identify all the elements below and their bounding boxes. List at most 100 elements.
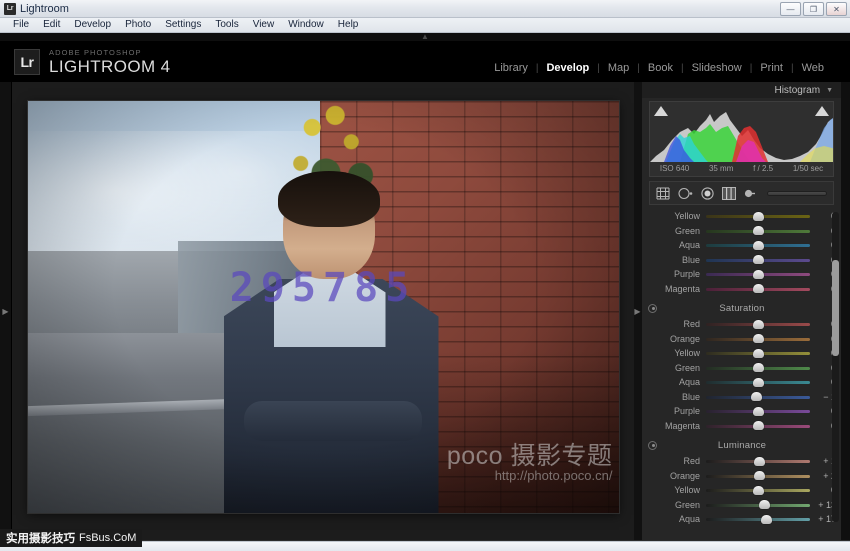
- chevron-right-icon-right[interactable]: ▶: [634, 307, 640, 316]
- slider-row-hue-blue[interactable]: Blue 0: [642, 253, 842, 268]
- hue-section-header[interactable]: Hue: [642, 207, 842, 209]
- menu-view[interactable]: View: [246, 18, 282, 32]
- slider-row-lum-orange[interactable]: Orange + 2: [642, 469, 842, 484]
- slider-row-sat-red[interactable]: Red 0: [642, 317, 842, 332]
- slider-row-sat-blue[interactable]: Blue − 1: [642, 390, 842, 405]
- graduated-filter-tool-icon[interactable]: [722, 187, 736, 200]
- slider-track[interactable]: [706, 391, 810, 402]
- slider-track[interactable]: [706, 514, 810, 525]
- luminance-section-header[interactable]: Luminance: [642, 436, 842, 454]
- brush-size-slider[interactable]: [767, 191, 827, 196]
- slider-track[interactable]: [706, 499, 810, 510]
- slider-thumb[interactable]: [751, 392, 762, 401]
- menu-photo[interactable]: Photo: [118, 18, 158, 32]
- slider-track[interactable]: [706, 377, 810, 388]
- slider-thumb[interactable]: [753, 363, 764, 372]
- module-map[interactable]: Map: [600, 62, 637, 74]
- histogram-panel-header[interactable]: Histogram ▼: [642, 82, 841, 98]
- slider-thumb[interactable]: [753, 320, 764, 329]
- right-panel-scrollbar[interactable]: [832, 212, 839, 522]
- slider-track[interactable]: [706, 485, 810, 496]
- collapse-up-icon[interactable]: ▲: [421, 33, 429, 41]
- slider-thumb[interactable]: [753, 212, 764, 221]
- module-develop[interactable]: Develop: [538, 62, 597, 74]
- slider-thumb[interactable]: [753, 270, 764, 279]
- image-preview-area[interactable]: 295785 poco 摄影专题 http://photo.poco.cn/: [12, 82, 634, 540]
- chevron-right-icon[interactable]: ▶: [2, 307, 8, 316]
- slider-row-sat-purple[interactable]: Purple 0: [642, 404, 842, 419]
- slider-track[interactable]: [706, 470, 810, 481]
- crop-overlay-tool-icon[interactable]: [656, 187, 670, 200]
- red-eye-correction-tool-icon[interactable]: [701, 187, 714, 200]
- module-print[interactable]: Print: [752, 62, 791, 74]
- left-panel-collapse-rail[interactable]: ▶: [0, 82, 12, 540]
- slider-row-sat-yellow[interactable]: Yellow 0: [642, 346, 842, 361]
- maximize-button[interactable]: ❐: [803, 2, 824, 16]
- spot-removal-tool-icon[interactable]: [678, 187, 693, 200]
- slider-thumb[interactable]: [753, 421, 764, 430]
- slider-row-hue-yellow[interactable]: Yellow 0: [642, 209, 842, 224]
- slider-track[interactable]: [706, 225, 810, 236]
- module-slideshow[interactable]: Slideshow: [684, 62, 750, 74]
- menu-tools[interactable]: Tools: [208, 18, 245, 32]
- slider-row-sat-orange[interactable]: Orange 0: [642, 332, 842, 347]
- slider-row-lum-green[interactable]: Green + 13: [642, 498, 842, 513]
- filmstrip-top-collapse-bar[interactable]: ▲: [0, 33, 850, 42]
- slider-track[interactable]: [706, 348, 810, 359]
- slider-row-lum-aqua[interactable]: Aqua + 17: [642, 512, 842, 525]
- slider-track[interactable]: [706, 211, 810, 222]
- chevron-down-icon[interactable]: ▼: [826, 87, 833, 94]
- slider-label: Aqua: [648, 377, 706, 387]
- slider-track[interactable]: [706, 420, 810, 431]
- slider-track[interactable]: [706, 269, 810, 280]
- minimize-button[interactable]: —: [780, 2, 801, 16]
- slider-track[interactable]: [706, 254, 810, 265]
- slider-track[interactable]: [706, 283, 810, 294]
- slider-thumb[interactable]: [754, 471, 765, 480]
- slider-thumb[interactable]: [761, 515, 772, 524]
- slider-thumb[interactable]: [753, 226, 764, 235]
- adjustment-brush-tool-icon[interactable]: [744, 188, 755, 199]
- slider-track[interactable]: [706, 319, 810, 330]
- slider-row-sat-magenta[interactable]: Magenta 0: [642, 419, 842, 434]
- histogram-widget[interactable]: ISO 640 35 mm f / 2.5 1/50 sec: [649, 101, 834, 177]
- slider-thumb[interactable]: [753, 486, 764, 495]
- menu-file[interactable]: File: [6, 18, 36, 32]
- module-library[interactable]: Library: [486, 62, 536, 74]
- slider-track[interactable]: [706, 362, 810, 373]
- right-panel-collapse-rail[interactable]: ▶: [634, 82, 641, 540]
- slider-row-hue-magenta[interactable]: Magenta 0: [642, 282, 842, 297]
- menu-settings[interactable]: Settings: [158, 18, 208, 32]
- slider-thumb[interactable]: [754, 457, 765, 466]
- hsl-color-panel[interactable]: Hue Yellow 0 Green: [642, 207, 842, 525]
- slider-row-lum-yellow[interactable]: Yellow 0: [642, 483, 842, 498]
- saturation-section-header[interactable]: Saturation: [642, 299, 842, 317]
- slider-thumb[interactable]: [753, 284, 764, 293]
- slider-row-sat-aqua[interactable]: Aqua 0: [642, 375, 842, 390]
- slider-thumb[interactable]: [753, 334, 764, 343]
- slider-row-hue-green[interactable]: Green 0: [642, 224, 842, 239]
- slider-row-sat-green[interactable]: Green 0: [642, 361, 842, 376]
- photo[interactable]: 295785 poco 摄影专题 http://photo.poco.cn/: [28, 101, 619, 513]
- slider-thumb[interactable]: [753, 378, 764, 387]
- slider-track[interactable]: [706, 333, 810, 344]
- module-web[interactable]: Web: [794, 62, 832, 74]
- menu-help[interactable]: Help: [331, 18, 366, 32]
- menu-edit[interactable]: Edit: [36, 18, 67, 32]
- menu-window[interactable]: Window: [281, 18, 331, 32]
- close-button[interactable]: ✕: [826, 2, 847, 16]
- slider-track[interactable]: [706, 456, 810, 467]
- slider-thumb[interactable]: [753, 349, 764, 358]
- slider-thumb[interactable]: [759, 500, 770, 509]
- module-book[interactable]: Book: [640, 62, 681, 74]
- slider-row-hue-aqua[interactable]: Aqua 0: [642, 238, 842, 253]
- slider-thumb[interactable]: [753, 255, 764, 264]
- menu-develop[interactable]: Develop: [67, 18, 118, 32]
- slider-track[interactable]: [706, 406, 810, 417]
- slider-thumb[interactable]: [753, 407, 764, 416]
- scrollbar-thumb[interactable]: [832, 260, 839, 356]
- slider-track[interactable]: [706, 240, 810, 251]
- slider-thumb[interactable]: [753, 241, 764, 250]
- slider-row-hue-purple[interactable]: Purple 0: [642, 267, 842, 282]
- slider-row-lum-red[interactable]: Red + 1: [642, 454, 842, 469]
